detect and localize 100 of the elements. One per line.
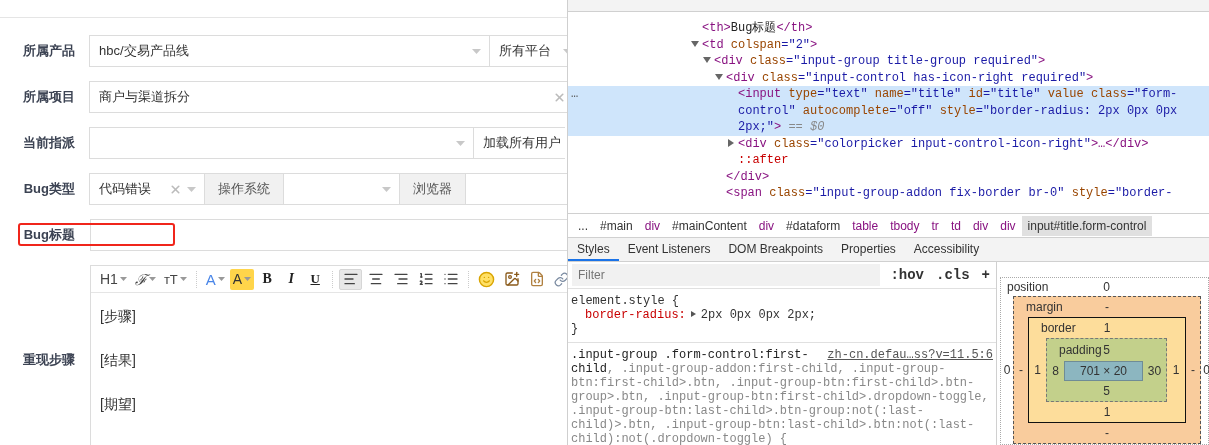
breadcrumb-item[interactable]: div [752, 215, 781, 236]
element-markup: <div class="input-group title-group required"> [714, 54, 1046, 68]
dom-row[interactable]: <div class="colorpicker input-control-icon-right">…</div> [568, 135, 1209, 152]
panel-tab[interactable]: Styles [568, 238, 619, 261]
caret-icon [119, 277, 127, 281]
select-field[interactable] [283, 173, 400, 205]
style-declaration[interactable]: border-radius: 2px 0px 0px 2px; [571, 308, 993, 322]
filter-button[interactable]: :hov [888, 267, 926, 283]
box-value: 8 [1051, 363, 1060, 380]
editor-text-line: [期望] [100, 395, 137, 413]
element-markup: <span class="input-group-addon fix-border br-0" style="border- [726, 186, 1173, 200]
breadcrumb-item[interactable]: div [638, 215, 667, 236]
box-label: padding [1058, 343, 1103, 357]
box-label: border [1040, 321, 1077, 335]
panel-tab[interactable]: Properties [832, 238, 905, 261]
rule-selector: element.style { [571, 294, 681, 308]
element-markup: <td colspan="2"> [702, 37, 818, 52]
expanded-arrow-icon[interactable] [702, 56, 714, 64]
filter-field[interactable]: Filter [572, 264, 881, 286]
element-markup: <div class="colorpicker input-control-icon-right">…</div> [738, 136, 1149, 151]
content-box: 701 × 20 [1064, 361, 1143, 381]
box-value: 5 [1102, 383, 1111, 400]
format-button[interactable]: B [256, 268, 279, 290]
caret-icon [148, 277, 156, 281]
element-markup: <div class="input-control has-icon-right required"> [726, 70, 1094, 85]
breadcrumb-item[interactable]: #mainContent [666, 215, 753, 236]
box-value: 1 [1171, 362, 1181, 379]
box-value: 1 [1102, 404, 1112, 421]
select-field[interactable]: 商户与渠道拆分 [89, 81, 567, 113]
dom-row[interactable]: <span class="input-group-addon fix-border br-0" style="border- [568, 185, 1209, 202]
element-markup: <input type="text" name="title" id="title" value class="form-control" autocomplete="off" style="border-radius: 2px 0px 0px 2px;"> == $0 [738, 87, 1179, 134]
source-link[interactable]: zh-cn.defau…ss?v=11.5:6 [827, 348, 993, 362]
format-button[interactable]: A [229, 268, 255, 290]
breadcrumb-item[interactable]: #dataform [780, 215, 847, 236]
format-button[interactable]: H1 [97, 268, 130, 290]
load-users-button[interactable]: 加载所有用户 [473, 127, 565, 159]
align-left-icon[interactable] [339, 268, 363, 290]
selected-node-row[interactable]: … <input type="text" name="title" id="title" value class="form-control" autocomplete="off" style="border-radius: 2px 0px 0px 2px;"> == $0 [568, 86, 1209, 136]
rich-text-editor[interactable]: H1 ℱ ᴛT A A B I U [步骤] [结果] [期望] [90, 265, 567, 445]
box-value: 1 [1103, 321, 1111, 335]
format-button[interactable]: ᴛT [160, 268, 190, 290]
input-field[interactable] [90, 219, 567, 251]
format-button[interactable]: ℱ [131, 268, 159, 290]
select-field[interactable]: hbc/交易产品线 [89, 35, 490, 67]
node-menu[interactable]: … [571, 86, 579, 103]
panel-tab[interactable]: Accessibility [904, 238, 989, 261]
caret-icon [381, 187, 391, 192]
caret-icon [244, 277, 252, 281]
dom-row[interactable]: <div class="input-group title-group required"> [568, 53, 1209, 70]
field-label: Bug类型 [22, 180, 75, 198]
box-value: - [1018, 362, 1024, 379]
input-addon: 操作系统 [204, 173, 285, 205]
breadcrumb-item[interactable]: #main [594, 215, 639, 236]
format-button[interactable]: A [202, 268, 228, 290]
dom-row[interactable]: <div class="input-control has-icon-right required"> [568, 69, 1209, 86]
breadcrumb-item[interactable]: tr [925, 215, 945, 236]
caret-icon [187, 187, 197, 192]
rule-close: } [571, 322, 580, 336]
field-label: 当前指派 [22, 134, 75, 152]
rule-selector: .input-group .form-control:first- [571, 348, 809, 362]
dom-row[interactable]: <td colspan="2"> [568, 36, 1209, 53]
filter-button[interactable]: .cls [934, 267, 972, 283]
box-value: 0 [1202, 362, 1209, 379]
element-markup: <th>Bug标题</th> [702, 21, 813, 35]
select-field[interactable]: 代码错误 [89, 173, 206, 205]
editor-text-line: [步骤] [100, 307, 137, 325]
expanded-arrow-icon[interactable] [690, 39, 702, 48]
breadcrumb-item[interactable]: table [846, 215, 885, 236]
element-markup: </div> [726, 169, 770, 184]
box-label: position [1006, 280, 1050, 294]
breadcrumb-item[interactable]: ... [572, 215, 594, 236]
breadcrumb-item[interactable]: div [966, 215, 995, 236]
box-label: margin [1025, 300, 1064, 314]
dom-row[interactable]: </div> [568, 168, 1209, 185]
dom-row[interactable]: <th>Bug标题</th> [568, 20, 1209, 37]
breadcrumb-item[interactable]: tbody [884, 215, 926, 236]
editor-text-line: [结果] [100, 351, 137, 369]
box-value: 0 [1002, 362, 1012, 379]
box-value: - [1104, 425, 1110, 442]
dom-row[interactable]: ::after [568, 152, 1209, 169]
panel-tab[interactable]: DOM Breakpoints [719, 238, 833, 261]
panel-tab[interactable]: Event Listeners [618, 238, 720, 261]
breadcrumb-item[interactable]: td [944, 215, 967, 236]
breadcrumb-item[interactable]: input#title.form-control [1021, 215, 1153, 236]
caret-icon [456, 141, 465, 146]
box-value: 5 [1103, 343, 1110, 357]
rule-selector: child, .input-group-addon:first-child, .input-group-btn:first-child>.btn, .input-group-btn:first-child>.btn-group>.btn, .input-group-btn:first-child>.dropdown-toggle, .input-group-btn:last-child>.btn-group:not(:last-child)>.btn, .input-group-btn:last-child>.btn:not(:last-child):not(.dropdown-toggle) { [571, 362, 990, 445]
select-field[interactable] [89, 127, 474, 159]
expand-triangle-icon[interactable] [689, 310, 697, 318]
format-button[interactable]: I [280, 268, 303, 290]
select-field[interactable]: 所有平台 [489, 35, 567, 67]
filter-button[interactable]: + [979, 267, 992, 283]
box-value: - [1190, 362, 1196, 379]
field-label: 所属项目 [22, 88, 75, 106]
element-markup: ::after [738, 153, 789, 167]
select-field[interactable] [464, 173, 567, 205]
box-value: 0 [1103, 280, 1110, 294]
expanded-arrow-icon[interactable] [714, 72, 726, 81]
breadcrumb-item[interactable]: div [994, 215, 1022, 236]
format-button[interactable]: U [304, 268, 327, 290]
